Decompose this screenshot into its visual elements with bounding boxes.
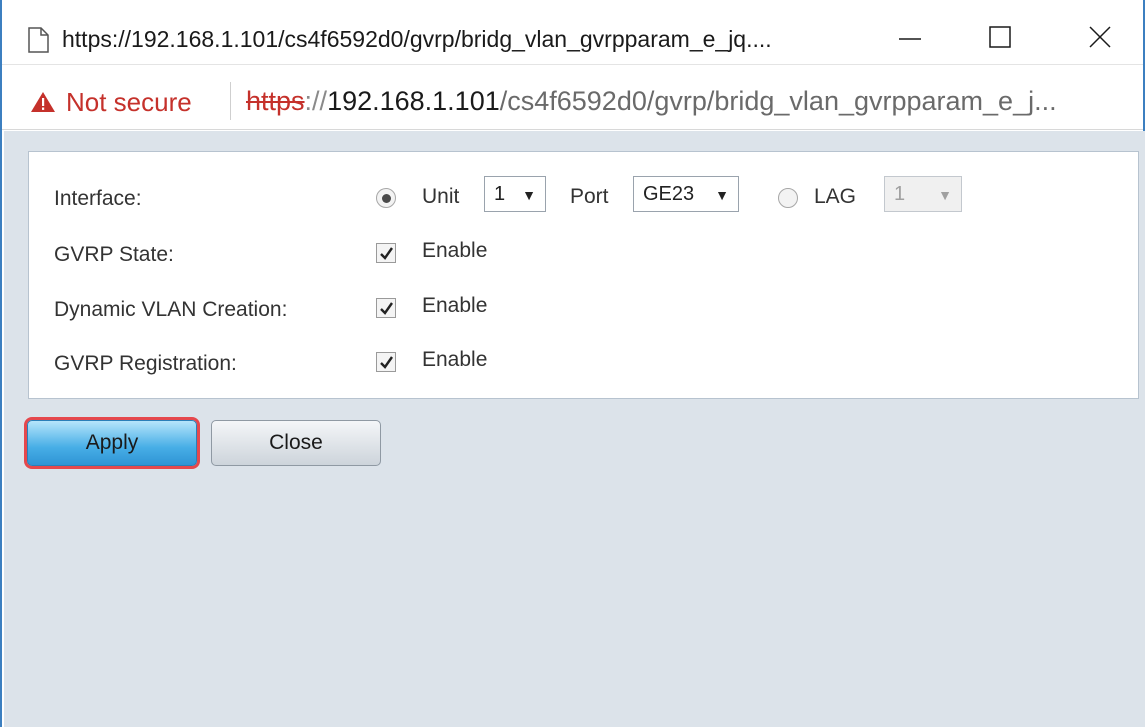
gvrp-registration-label: GVRP Registration: <box>54 352 237 375</box>
dialog-content: Interface: Unit 1 ▼ Port GE23 ▼ LAG 1 ▼ … <box>4 131 1145 727</box>
gvrp-state-checkbox[interactable] <box>376 243 396 263</box>
port-select[interactable]: GE23 ▼ <box>633 176 739 212</box>
page-icon <box>28 27 49 53</box>
warning-icon <box>31 92 55 112</box>
maximize-icon <box>989 26 1011 48</box>
gvrp-state-label: GVRP State: <box>54 243 174 266</box>
url-scheme: https <box>246 86 305 116</box>
url-path: /cs4f6592d0/gvrp/bridg_vlan_gvrpparam_e_… <box>499 86 1057 116</box>
maximize-button[interactable] <box>972 14 1028 60</box>
url-text[interactable]: https://192.168.1.101/cs4f6592d0/gvrp/br… <box>246 86 1141 117</box>
close-window-button[interactable] <box>1072 14 1128 60</box>
dropdown-arrow-icon: ▼ <box>522 187 536 203</box>
title-bar: https://192.168.1.101/cs4f6592d0/gvrp/br… <box>2 0 1143 64</box>
dynamic-vlan-checkbox[interactable] <box>376 298 396 318</box>
lag-select[interactable]: 1 ▼ <box>884 176 962 212</box>
gvrp-state-enable-label: Enable <box>422 239 488 262</box>
unit-select[interactable]: 1 ▼ <box>484 176 546 212</box>
checkmark-icon <box>380 247 393 260</box>
port-label: Port <box>570 185 609 208</box>
lag-label: LAG <box>814 185 857 208</box>
dropdown-arrow-icon: ▼ <box>938 187 952 203</box>
unit-radio[interactable] <box>376 188 396 208</box>
popup-window: https://192.168.1.101/cs4f6592d0/gvrp/br… <box>0 0 1145 727</box>
address-divider <box>230 82 231 120</box>
gvrp-registration-checkbox[interactable] <box>376 352 396 372</box>
checkmark-icon <box>380 302 393 315</box>
url-host: 192.168.1.101 <box>327 86 500 116</box>
unit-label: Unit <box>422 185 460 208</box>
apply-button[interactable]: Apply <box>27 420 197 466</box>
window-title: https://192.168.1.101/cs4f6592d0/gvrp/br… <box>62 26 772 52</box>
lag-select-value: 1 <box>894 182 906 205</box>
dynamic-vlan-label: Dynamic VLAN Creation: <box>54 298 288 321</box>
lag-radio[interactable] <box>778 188 798 208</box>
dropdown-arrow-icon: ▼ <box>715 187 729 203</box>
interface-label: Interface: <box>54 187 142 210</box>
minimize-button[interactable] <box>882 14 938 60</box>
checkmark-icon <box>380 356 393 369</box>
unit-select-value: 1 <box>494 182 506 205</box>
port-select-value: GE23 <box>643 182 695 205</box>
close-button[interactable]: Close <box>211 420 381 466</box>
security-status[interactable]: Not secure <box>66 87 192 118</box>
dynamic-vlan-enable-label: Enable <box>422 294 488 317</box>
settings-panel: Interface: Unit 1 ▼ Port GE23 ▼ LAG 1 ▼ … <box>28 151 1139 399</box>
url-separator: :// <box>304 86 328 116</box>
close-icon <box>1089 26 1111 48</box>
gvrp-registration-enable-label: Enable <box>422 348 488 371</box>
minimize-icon <box>899 38 921 40</box>
